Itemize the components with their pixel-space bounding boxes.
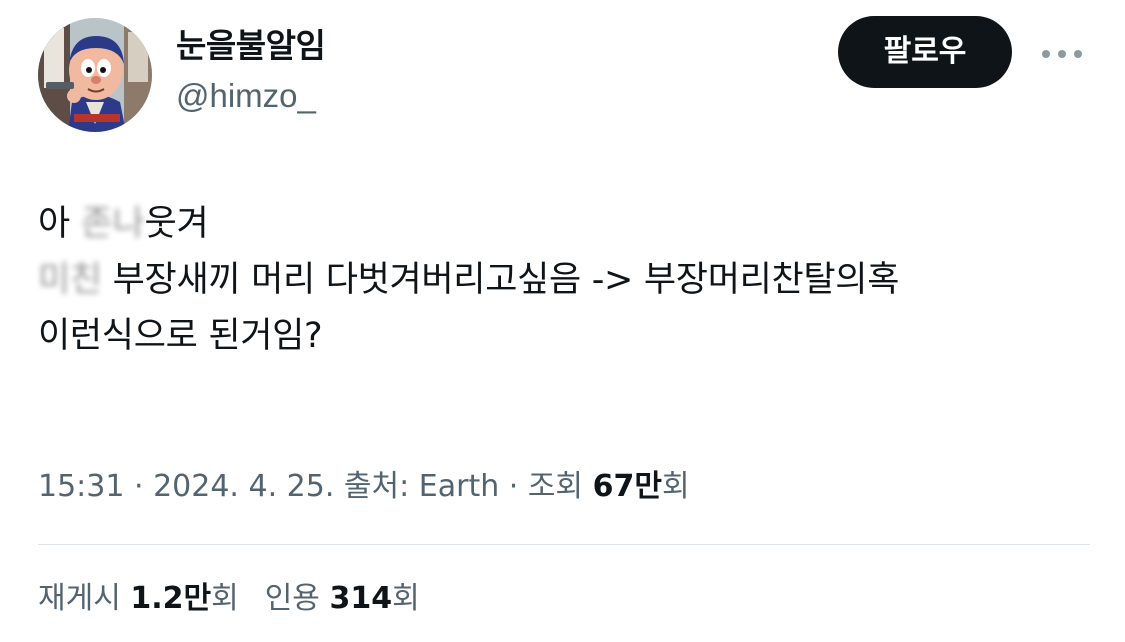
quotes-label: 인용 — [264, 581, 330, 616]
source-label: 출처: — [334, 469, 419, 504]
tweet-stats: 재게시 1.2만회 인용 314회 — [38, 574, 420, 624]
separator: · — [499, 469, 528, 504]
censored-word: 존나 — [80, 204, 145, 244]
tweet-text-segment: 부장새끼 머리 다벗겨버리고싶음 -> 부장머리찬탈의혹 — [101, 260, 900, 300]
user-info: 눈을불알임 @himzo_ — [176, 22, 326, 118]
tweet-text-segment: 아 — [38, 204, 81, 244]
retweets-label: 재게시 — [38, 581, 131, 616]
views-label: 조회 — [527, 469, 593, 504]
retweets-count: 1.2만 — [130, 581, 212, 616]
tweet-date[interactable]: 2024. 4. 25. — [153, 469, 334, 504]
tweet-line-1: 아 존나웃겨 — [38, 196, 1098, 252]
views-suffix: 회 — [661, 469, 690, 504]
quotes-count: 314 — [329, 581, 393, 616]
tweet-header: 눈을불알임 @himzo_ 팔로우 — [38, 16, 1098, 134]
display-name[interactable]: 눈을불알임 — [176, 22, 326, 70]
retweets-stat[interactable]: 재게시 1.2만회 — [38, 574, 239, 624]
avatar-cartoon-icon — [38, 18, 152, 132]
quotes-suffix: 회 — [392, 581, 420, 616]
views-count: 67만 — [592, 469, 662, 504]
separator: · — [124, 469, 154, 504]
tweet-text-segment: 웃겨 — [144, 204, 209, 244]
tweet-meta: 15:31 · 2024. 4. 25. 출처: Earth · 조회 67만회 — [38, 462, 690, 512]
quotes-stat[interactable]: 인용 314회 — [265, 574, 420, 624]
retweets-suffix: 회 — [211, 581, 239, 616]
source-value: Earth — [418, 469, 500, 504]
user-handle[interactable]: @himzo_ — [176, 74, 325, 118]
divider — [38, 544, 1090, 545]
tweet-line-3: 이런식으로 된거임? — [38, 316, 323, 356]
avatar[interactable] — [38, 18, 152, 132]
ellipsis-icon[interactable] — [1038, 44, 1086, 64]
censored-word: 미친 — [38, 260, 102, 300]
tweet-line-2: 미친 부장새끼 머리 다벗겨버리고싶음 -> 부장머리찬탈의혹 — [38, 252, 1098, 308]
tweet-text: 아 존나웃겨 미친 부장새끼 머리 다벗겨버리고싶음 -> 부장머리찬탈의혹 이… — [38, 196, 1098, 364]
follow-button[interactable]: 팔로우 — [838, 16, 1012, 88]
tweet-time[interactable]: 15:31 — [38, 469, 124, 504]
